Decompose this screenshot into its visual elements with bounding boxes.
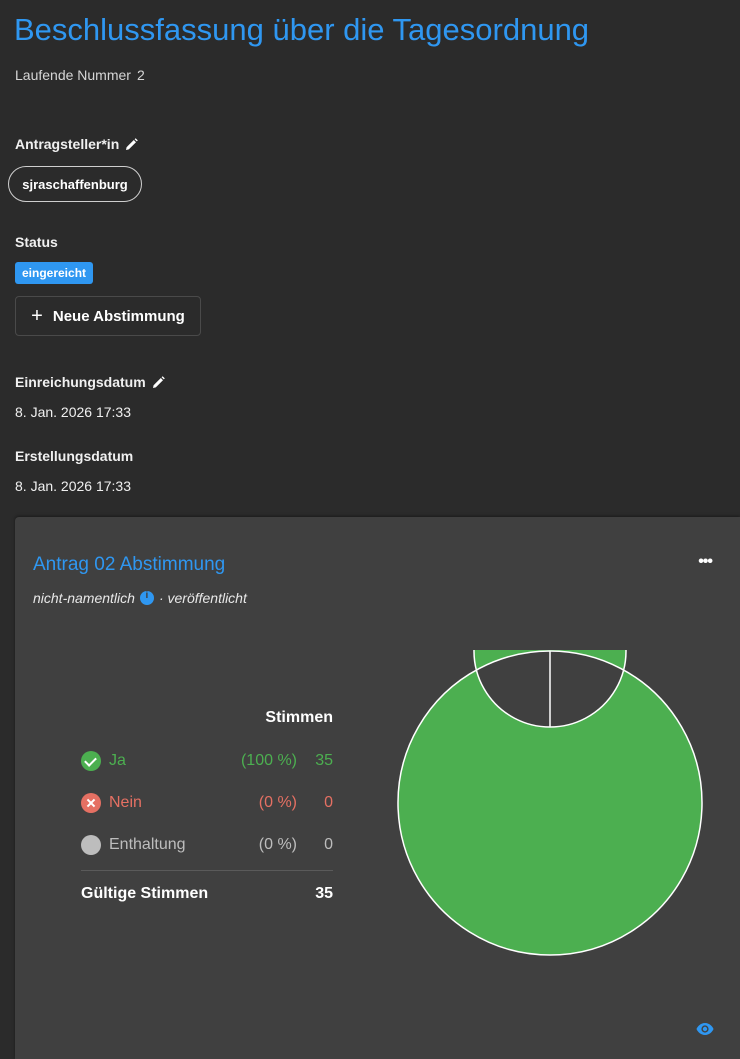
circle-icon: [81, 835, 101, 855]
cross-circle-icon: [81, 793, 101, 813]
status-badge: eingereicht: [15, 262, 94, 284]
vote-option-name: Enthaltung: [109, 836, 186, 853]
submission-date-heading: Einreichungsdatum: [15, 374, 165, 390]
creation-date-label: Erstellungsdatum: [15, 448, 134, 464]
vote-option-count: 0: [324, 836, 333, 853]
vote-row-yes: Ja (100 %) 35: [81, 749, 333, 773]
check-circle-icon: [81, 751, 101, 771]
edit-icon[interactable]: [125, 137, 139, 151]
poll-card: Antrag 02 Abstimmung ••• nicht-namentlic…: [15, 517, 740, 1059]
poll-type: nicht-namentlich: [33, 590, 135, 606]
vote-donut-chart: [397, 650, 703, 956]
vote-option-percent: (100 %): [240, 752, 297, 769]
applicant-heading: Antragsteller*in: [15, 136, 139, 152]
applicant-label: Antragsteller*in: [15, 136, 120, 152]
vote-option-name: Nein: [109, 794, 142, 811]
plus-icon: +: [31, 305, 43, 327]
submission-date-label: Einreichungsdatum: [15, 374, 146, 390]
vote-option-name: Ja: [109, 752, 126, 769]
poll-state: · veröffentlicht: [158, 590, 247, 606]
more-options-icon[interactable]: •••: [698, 553, 713, 571]
sequence-number-value: 2: [136, 67, 145, 83]
divider: [81, 870, 333, 871]
vote-option-percent: (0 %): [258, 794, 297, 811]
page-title: Beschlussfassung über die Tagesordnung: [14, 12, 590, 47]
vote-row-no: Nein (0 %) 0: [81, 791, 333, 815]
vote-option-count: 35: [315, 752, 333, 769]
valid-votes-count: 35: [315, 885, 333, 902]
valid-votes-row: Gültige Stimmen 35: [81, 882, 333, 906]
submission-date-value: 8. Jan. 2026 17:33: [15, 404, 131, 420]
eye-icon[interactable]: [696, 1022, 714, 1036]
info-icon[interactable]: [139, 590, 154, 605]
applicant-chip[interactable]: sjraschaffenburg: [8, 166, 142, 202]
vote-option-count: 0: [324, 794, 333, 811]
creation-date-value: 8. Jan. 2026 17:33: [15, 478, 131, 494]
new-vote-label: Neue Abstimmung: [52, 307, 185, 325]
edit-icon[interactable]: [152, 375, 165, 389]
poll-meta: nicht-namentlich · veröffentlicht: [33, 590, 247, 606]
votes-column-header: Stimmen: [265, 709, 333, 726]
valid-votes-label: Gültige Stimmen: [81, 885, 209, 902]
poll-title[interactable]: Antrag 02 Abstimmung: [33, 554, 225, 576]
vote-option-percent: (0 %): [258, 836, 297, 853]
vote-row-abstain: Enthaltung (0 %) 0: [81, 833, 333, 857]
status-label: Status: [15, 234, 58, 250]
new-vote-button[interactable]: + Neue Abstimmung: [15, 296, 201, 336]
sequence-number: Laufende Nummer 2: [15, 67, 145, 83]
sequence-number-label: Laufende Nummer: [15, 67, 131, 83]
